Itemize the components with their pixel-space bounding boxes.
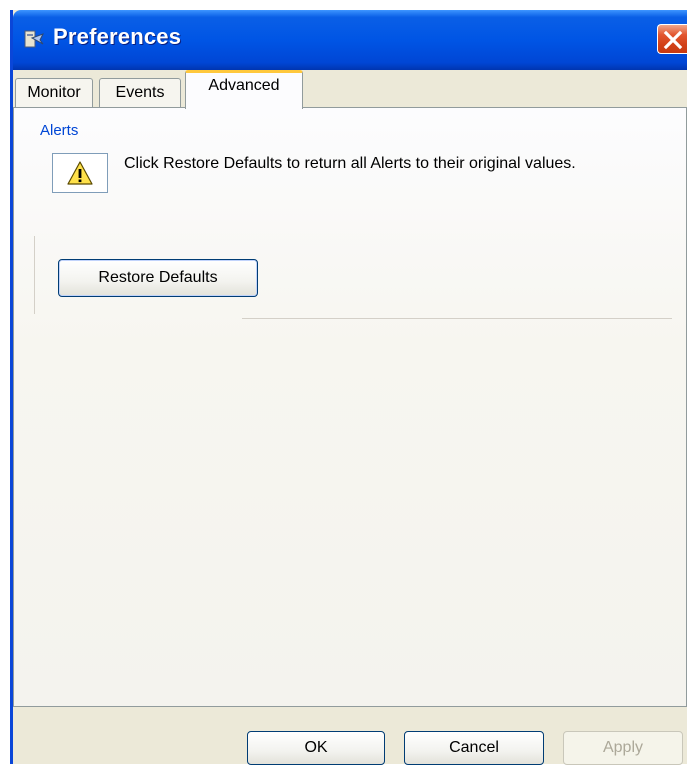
- warning-icon: [67, 161, 93, 185]
- restore-defaults-message: Click Restore Defaults to return all Ale…: [124, 155, 576, 172]
- close-button[interactable]: [657, 24, 687, 54]
- separator-horizontal: [242, 318, 672, 319]
- tab-monitor[interactable]: Monitor: [15, 78, 93, 108]
- dialog-footer: OK Cancel Apply: [13, 707, 687, 765]
- tab-advanced[interactable]: Advanced: [185, 70, 303, 109]
- ok-button[interactable]: OK: [247, 731, 385, 765]
- preferences-window: Preferences Monitor Events Advanced Aler…: [10, 10, 687, 765]
- alerts-section-title: Alerts: [40, 122, 79, 139]
- tab-strip: Monitor Events Advanced: [13, 70, 687, 109]
- separator-vertical: [34, 236, 35, 314]
- close-icon: [663, 30, 683, 50]
- restore-defaults-button[interactable]: Restore Defaults: [58, 259, 258, 297]
- title-bar[interactable]: Preferences: [13, 10, 687, 70]
- advanced-tab-panel: Alerts Click Restore Defaults to return …: [13, 107, 687, 707]
- cancel-button[interactable]: Cancel: [404, 731, 544, 765]
- tab-events[interactable]: Events: [99, 78, 181, 108]
- warning-icon-frame: [52, 153, 108, 193]
- window-title: Preferences: [53, 24, 182, 49]
- preferences-app-icon: [23, 28, 45, 50]
- apply-button[interactable]: Apply: [563, 731, 683, 765]
